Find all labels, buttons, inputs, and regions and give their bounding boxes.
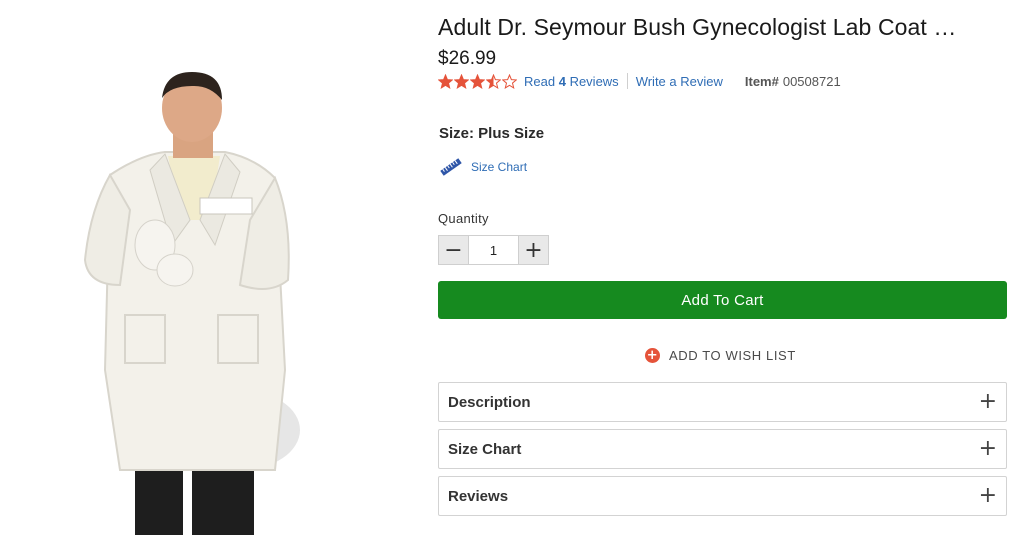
plus-icon: +	[978, 436, 997, 461]
plus-icon: +	[978, 389, 997, 414]
star-icon	[454, 73, 469, 89]
divider	[626, 73, 628, 89]
quantity-input[interactable]	[469, 235, 518, 265]
size-label: Size: Plus Size	[439, 125, 545, 142]
quantity-label: Quantity	[438, 211, 489, 226]
quantity-decrement-button[interactable]: −	[438, 235, 469, 265]
review-count: 4	[558, 73, 566, 89]
accordion-label: Description	[448, 393, 531, 411]
product-photo	[83, 72, 300, 535]
rating-row: Read 4 Reviews Write a Review Item# 0050…	[438, 72, 841, 90]
product-image	[70, 70, 320, 538]
star-icon	[470, 73, 485, 89]
plus-icon: +	[978, 483, 997, 508]
size-chart-link[interactable]: Size Chart	[440, 156, 527, 178]
add-to-cart-button[interactable]: Add To Cart	[438, 281, 1007, 319]
read-reviews-link[interactable]: Read 4 Reviews	[524, 74, 619, 89]
wishlist-label: ADD TO WISH LIST	[669, 348, 796, 363]
size-chart-label: Size Chart	[471, 160, 528, 174]
item-number: 00508721	[782, 73, 841, 89]
star-icon	[438, 73, 453, 89]
item-number-label: Item#	[744, 73, 779, 89]
accordion-description[interactable]: Description +	[438, 382, 1007, 422]
product-price: $26.99	[438, 48, 497, 69]
plus-circle-icon: +	[645, 348, 660, 363]
read-reviews-prefix: Read	[524, 73, 556, 89]
star-rating[interactable]	[438, 73, 517, 89]
add-to-wishlist-button[interactable]: + ADD TO WISH LIST	[645, 348, 796, 363]
accordion-reviews[interactable]: Reviews +	[438, 476, 1007, 516]
accordion-size-chart[interactable]: Size Chart +	[438, 429, 1007, 469]
read-reviews-suffix: Reviews	[569, 73, 619, 89]
product-title: Adult Dr. Seymour Bush Gynecologist Lab …	[438, 14, 957, 40]
write-review-link[interactable]: Write a Review	[636, 74, 723, 89]
star-icon	[486, 73, 501, 89]
ruler-icon	[440, 158, 462, 176]
star-icon	[502, 73, 517, 89]
accordion-label: Size Chart	[448, 440, 522, 458]
quantity-increment-button[interactable]: +	[518, 235, 549, 265]
quantity-stepper: − +	[438, 235, 549, 265]
accordion-label: Reviews	[448, 487, 509, 505]
